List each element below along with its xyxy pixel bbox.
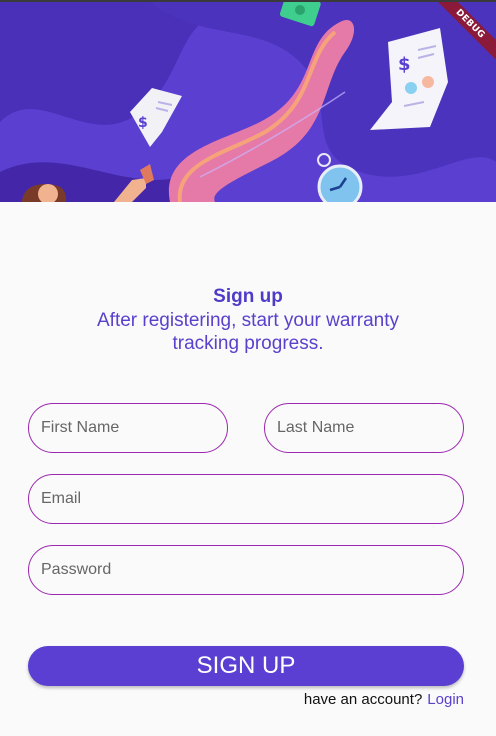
have-account-text: have an account? <box>303 691 423 708</box>
signup-screen: $ $ DEBUG Sign up After registering, sta… <box>0 0 496 736</box>
svg-text:$: $ <box>398 54 411 75</box>
page-subtitle: After registering, start your warranty t… <box>97 310 399 354</box>
page-title: Sign up <box>213 286 283 307</box>
first-name-input[interactable] <box>41 419 227 437</box>
hero-illustration: $ $ DEBUG <box>0 0 496 202</box>
debug-banner-label: DEBUG <box>431 2 496 63</box>
svg-text:$: $ <box>138 115 148 131</box>
email-field[interactable] <box>28 474 464 524</box>
finance-illustration: $ $ <box>0 2 496 202</box>
password-field[interactable] <box>28 545 464 595</box>
login-prompt: have an account? Login <box>304 691 464 708</box>
debug-banner: DEBUG <box>426 2 496 72</box>
last-name-input[interactable] <box>277 419 463 437</box>
login-link[interactable]: Login <box>427 691 464 708</box>
first-name-field[interactable] <box>28 403 228 453</box>
sign-up-button[interactable]: SIGN UP <box>28 646 464 686</box>
last-name-field[interactable] <box>264 403 464 453</box>
email-input[interactable] <box>41 490 463 508</box>
password-input[interactable] <box>41 561 463 579</box>
signup-heading: Sign up After registering, start your wa… <box>0 285 496 355</box>
